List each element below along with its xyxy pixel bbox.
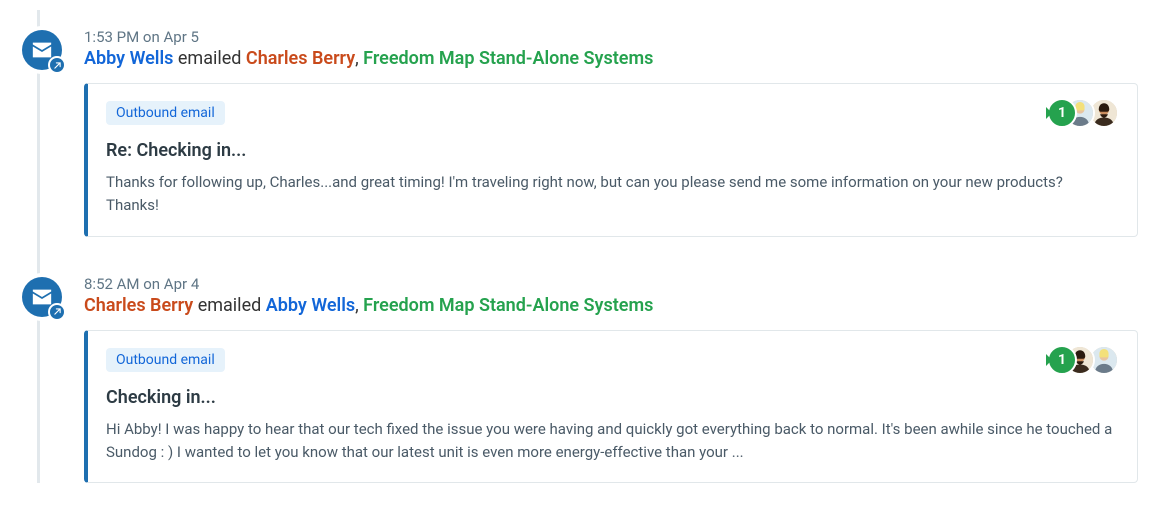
email-activity-icon[interactable] bbox=[22, 277, 62, 317]
milestone-badge[interactable]: 1 bbox=[1047, 345, 1077, 375]
action-word: emailed bbox=[198, 295, 262, 316]
entry-timestamp: 1:53 PM on Apr 5 bbox=[84, 28, 1138, 46]
email-subject: Re: Checking in... bbox=[106, 140, 1119, 161]
participants-avatars: 1 bbox=[1047, 345, 1119, 375]
outbound-indicator-icon bbox=[48, 56, 66, 74]
email-body-preview: Thanks for following up, Charles...and g… bbox=[106, 171, 1119, 218]
email-direction-tag: Outbound email bbox=[106, 101, 225, 125]
envelope-icon bbox=[31, 286, 53, 308]
email-subject: Checking in... bbox=[106, 387, 1119, 408]
email-card[interactable]: Outbound email 1 Checking in... Hi Abby!… bbox=[84, 330, 1138, 484]
card-tag-row: Outbound email 1 bbox=[106, 98, 1119, 128]
recipient-link[interactable]: Abby Wells bbox=[266, 295, 355, 316]
sender-link[interactable]: Abby Wells bbox=[84, 48, 173, 69]
entry-icon-wrap bbox=[18, 26, 66, 74]
outbound-indicator-icon bbox=[48, 303, 66, 321]
entry-timestamp: 8:52 AM on Apr 4 bbox=[84, 275, 1138, 293]
organization-link[interactable]: Freedom Map Stand-Alone Systems bbox=[363, 295, 653, 316]
activity-timeline: 1:53 PM on Apr 5 Abby Wells emailed Char… bbox=[20, 10, 1138, 483]
arrow-icon bbox=[53, 307, 62, 316]
milestone-badge[interactable]: 1 bbox=[1047, 98, 1077, 128]
action-word: emailed bbox=[178, 48, 242, 69]
card-tag-row: Outbound email 1 bbox=[106, 345, 1119, 375]
timeline-entry: 1:53 PM on Apr 5 Abby Wells emailed Char… bbox=[40, 10, 1138, 237]
email-body-preview: Hi Abby! I was happy to hear that our te… bbox=[106, 418, 1119, 465]
entry-headline: Abby Wells emailed Charles Berry, Freedo… bbox=[84, 48, 1138, 69]
participants-avatars: 1 bbox=[1047, 98, 1119, 128]
recipient-link[interactable]: Charles Berry bbox=[246, 48, 355, 69]
timeline-entry: 8:52 AM on Apr 4 Charles Berry emailed A… bbox=[40, 257, 1138, 484]
arrow-icon bbox=[53, 61, 62, 70]
entry-icon-wrap bbox=[18, 273, 66, 321]
entry-headline: Charles Berry emailed Abby Wells, Freedo… bbox=[84, 295, 1138, 316]
email-activity-icon[interactable] bbox=[22, 30, 62, 70]
entry-header: 1:53 PM on Apr 5 Abby Wells emailed Char… bbox=[40, 28, 1138, 69]
email-card[interactable]: Outbound email 1 Re: Checking in... Than… bbox=[84, 83, 1138, 237]
email-direction-tag: Outbound email bbox=[106, 348, 225, 372]
sender-link[interactable]: Charles Berry bbox=[84, 295, 193, 316]
entry-header: 8:52 AM on Apr 4 Charles Berry emailed A… bbox=[40, 275, 1138, 316]
organization-link[interactable]: Freedom Map Stand-Alone Systems bbox=[363, 48, 653, 69]
